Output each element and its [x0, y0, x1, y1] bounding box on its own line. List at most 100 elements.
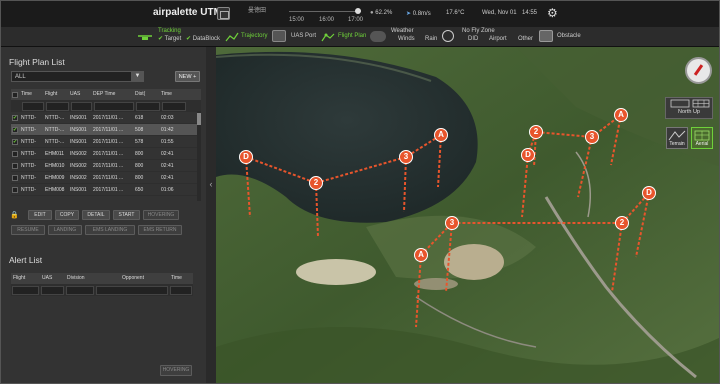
waypoint-marker[interactable]: 2	[309, 176, 323, 190]
column-filter-input[interactable]	[46, 102, 69, 111]
airport-toggle[interactable]: Airport	[489, 36, 507, 43]
table-cell: 01:06	[161, 187, 174, 193]
lock-icon[interactable]: 🔒	[10, 211, 19, 219]
row-checkbox[interactable]	[11, 172, 19, 183]
drone-icon	[137, 31, 153, 42]
table-row[interactable]: NTTD- EHM011 INS002 2017/11/01 ... 800 02:41	[11, 148, 201, 160]
chevron-down-icon[interactable]: ▼	[131, 71, 144, 82]
waypoint-marker[interactable]: 3	[399, 150, 413, 164]
collapse-panel-icon[interactable]: ‹	[206, 173, 216, 195]
flight-plan-title: Flight Plan List	[9, 57, 65, 67]
waypoint-marker[interactable]: D	[239, 150, 253, 164]
table-row[interactable]: NTTD- EHM010 INS002 2017/11/01 ... 800 02:41	[11, 160, 201, 172]
waypoint-marker[interactable]: D	[642, 186, 656, 200]
waypoint-marker[interactable]: A	[434, 128, 448, 142]
aerial-map[interactable]	[216, 47, 720, 384]
row-checkbox[interactable]: ✔	[11, 112, 19, 123]
table-cell: 2017/11/01 ...	[93, 139, 124, 145]
waypoint-marker[interactable]: 2	[529, 125, 543, 139]
column-header[interactable]: UAS	[68, 89, 91, 100]
filter-spacer	[12, 102, 20, 111]
calendar-icon[interactable]	[217, 7, 230, 20]
waypoint-marker[interactable]: A	[414, 248, 428, 262]
row-checkbox[interactable]	[11, 184, 19, 195]
timeline-slider[interactable]	[289, 11, 361, 12]
column-filter-input[interactable]	[96, 286, 168, 295]
column-filter-input[interactable]	[162, 102, 186, 111]
column-header[interactable]: Flight	[11, 273, 40, 284]
copy-button[interactable]: COPY	[55, 210, 79, 220]
waypoint-marker[interactable]: 3	[585, 130, 599, 144]
table-cell: 800	[135, 163, 144, 169]
table-row[interactable]: NTTD- EHM009 INS002 2017/11/01 ... 800 02:41	[11, 172, 201, 184]
table-cell: NTTD-...	[45, 115, 65, 121]
did-toggle[interactable]: DID	[468, 36, 478, 43]
compass-icon[interactable]	[685, 57, 712, 84]
timeline-handle[interactable]	[355, 8, 361, 14]
table-row[interactable]: ✔ NTTD- NTTD-... INS001 2017/11/01 ... 578 01:…	[11, 136, 201, 148]
winds-toggle[interactable]: Winds	[398, 36, 415, 43]
waypoint-marker[interactable]: 3	[445, 216, 459, 230]
uas-port-toggle[interactable]: UAS Port	[291, 33, 316, 40]
north-up-button[interactable]	[665, 97, 713, 119]
column-header[interactable]: Opponent	[95, 273, 169, 284]
action-buttons-row: EDIT COPY DETAIL START HOVERING	[28, 210, 179, 221]
column-filter-input[interactable]	[71, 102, 92, 111]
start-button[interactable]: START	[113, 210, 140, 220]
gear-icon[interactable]: ⚙	[547, 7, 558, 19]
scrollbar-thumb[interactable]	[197, 113, 201, 125]
column-header[interactable]: DEP Time	[91, 89, 133, 100]
column-header[interactable]: Division	[65, 273, 95, 284]
table-cell: EHM011	[45, 151, 65, 157]
column-filter-input[interactable]	[94, 102, 134, 111]
table-cell: NTTD-	[21, 163, 36, 169]
new-flight-button[interactable]: NEW +	[175, 71, 200, 82]
column-filter-input[interactable]	[12, 286, 39, 295]
edit-button[interactable]: EDIT	[28, 210, 52, 220]
detail-button[interactable]: DETAIL	[82, 210, 110, 220]
waypoint-marker[interactable]: D	[521, 148, 535, 162]
column-filter-input[interactable]	[170, 286, 192, 295]
other-toggle[interactable]: Other	[518, 36, 533, 43]
column-header[interactable]: Time	[19, 89, 43, 100]
alert-hovering-button[interactable]: HOVERING	[160, 365, 192, 376]
table-row[interactable]: NTTD- EHM008 INS001 2017/11/01 ... 650 01:06	[11, 184, 201, 196]
table-row[interactable]: ✔ NTTD- NTTD-... INS001 2017/11/01 ... 618 02:…	[11, 112, 201, 124]
row-checkbox[interactable]: ✔	[11, 124, 19, 135]
waypoint-marker[interactable]: 2	[615, 216, 629, 230]
waypoint-marker[interactable]: A	[614, 108, 628, 122]
obstacle-toggle[interactable]: Obstacle	[557, 33, 581, 40]
table-row[interactable]: ✔ NTTD- NTTD-... INS001 2017/11/01 ... 508 01:…	[11, 124, 201, 136]
uas-port-icon	[272, 30, 286, 42]
row-checkbox[interactable]	[11, 148, 19, 159]
trajectory-toggle[interactable]: Trajectory	[241, 33, 267, 40]
column-header[interactable]: Time	[169, 273, 193, 284]
ems-return-button[interactable]: EMS RETURN	[138, 225, 182, 235]
datablock-toggle[interactable]: ✔ DataBlock	[186, 36, 220, 43]
flight-plan-toggle[interactable]: Flight Plan	[338, 33, 366, 40]
column-filter-input[interactable]	[22, 102, 44, 111]
rain-toggle[interactable]: Rain	[425, 36, 437, 43]
select-all-checkbox[interactable]	[11, 89, 19, 100]
column-filter-input[interactable]	[66, 286, 94, 295]
column-header[interactable]: Time	[159, 89, 185, 100]
table-cell: INS002	[70, 175, 87, 181]
row-checkbox[interactable]: ✔	[11, 136, 19, 147]
column-header[interactable]: UAS	[40, 273, 65, 284]
column-filter-input[interactable]	[41, 286, 64, 295]
target-toggle[interactable]: ✔ Target	[158, 36, 181, 43]
landing-button[interactable]: LANDING	[48, 225, 82, 235]
flight-filter-select[interactable]: ALL	[11, 71, 144, 82]
row-checkbox[interactable]	[11, 160, 19, 171]
column-filter-input[interactable]	[136, 102, 160, 111]
ems-landing-button[interactable]: EMS LANDING	[85, 225, 135, 235]
table-cell: 02:03	[161, 115, 174, 121]
table-cell: 2017/11/01 ...	[93, 127, 124, 133]
map-view[interactable]: A 2 3 D A 2 3 D A 3 2 D	[216, 47, 720, 384]
resume-button[interactable]: RESUME	[11, 225, 45, 235]
hovering-button[interactable]: HOVERING	[143, 210, 179, 220]
column-header[interactable]: Dist(	[133, 89, 159, 100]
table-cell: 02:41	[161, 151, 174, 157]
column-header[interactable]: Flight	[43, 89, 68, 100]
table-cell: 2017/11/01 ...	[93, 151, 124, 157]
